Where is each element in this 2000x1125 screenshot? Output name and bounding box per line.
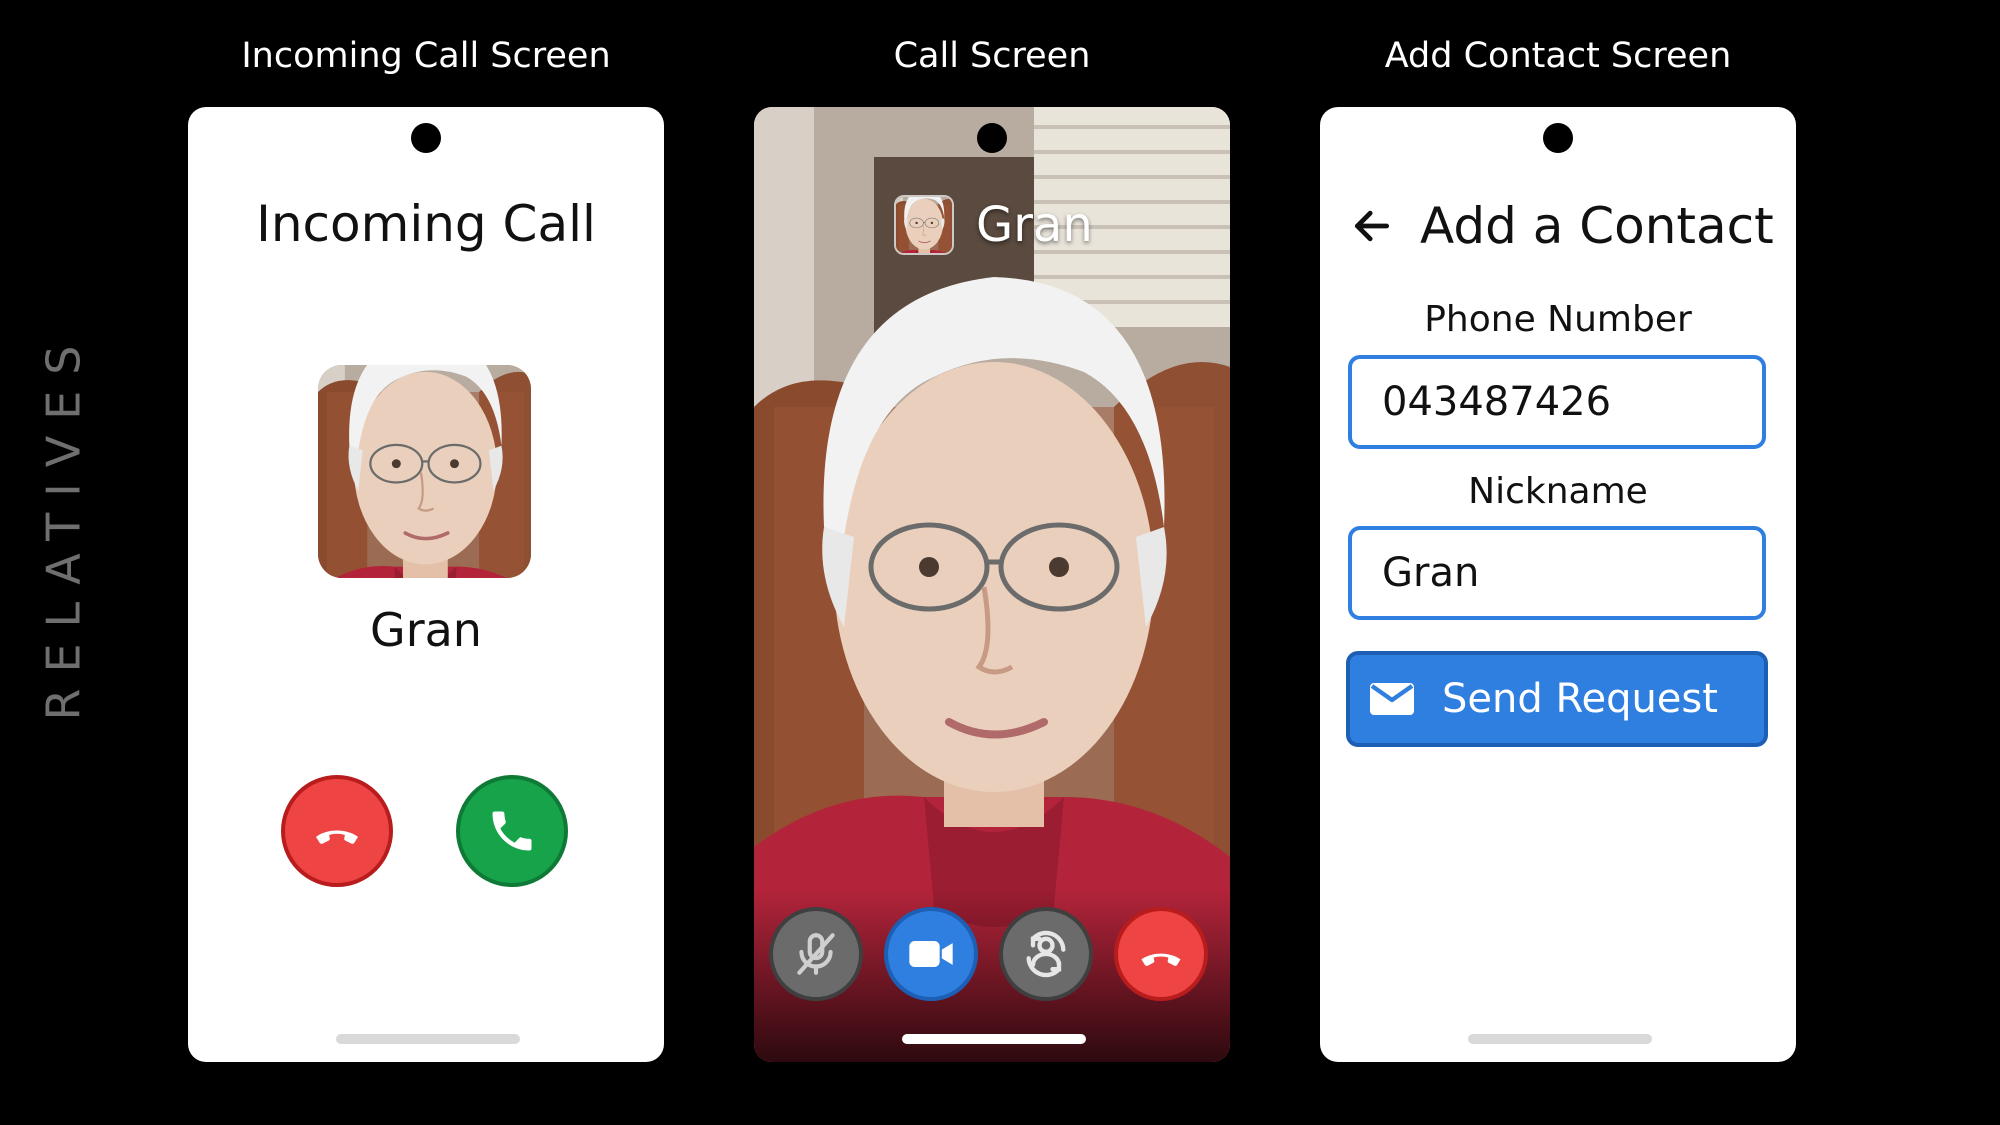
- add-contact-caption: Add Contact Screen: [1384, 36, 1732, 76]
- call-header: Gran: [894, 195, 1093, 255]
- incoming-call-caption: Incoming Call Screen: [241, 36, 611, 76]
- video-toggle-button[interactable]: [884, 907, 978, 1001]
- incoming-call-phone: Incoming Call Gran: [188, 107, 664, 1062]
- phone-number-field[interactable]: [1348, 355, 1766, 449]
- camera-notch: [411, 123, 441, 153]
- nickname-field[interactable]: [1348, 526, 1766, 620]
- side-label: RELATIVES: [36, 329, 90, 720]
- caller-name: Gran: [370, 603, 482, 657]
- add-contact-header: Add a Contact: [1350, 197, 1774, 255]
- caller-avatar: [318, 365, 531, 578]
- phone-hangup-icon: [309, 803, 365, 859]
- caller-name: Gran: [976, 197, 1093, 253]
- switch-camera-button[interactable]: [999, 907, 1093, 1001]
- side-label-text: RELATIVES: [36, 329, 91, 721]
- home-indicator[interactable]: [902, 1034, 1086, 1044]
- video-camera-icon: [905, 928, 957, 980]
- add-contact-phone: Add a Contact Phone Number Nickname Send…: [1320, 107, 1796, 1062]
- decline-call-button[interactable]: [281, 775, 393, 887]
- phone-number-label: Phone Number: [1424, 299, 1692, 340]
- send-request-label: Send Request: [1442, 676, 1718, 722]
- accept-call-button[interactable]: [456, 775, 568, 887]
- caller-thumbnail: [894, 195, 954, 255]
- mute-button[interactable]: [769, 907, 863, 1001]
- add-contact-title: Add a Contact: [1420, 197, 1774, 255]
- phone-hangup-icon: [1135, 928, 1187, 980]
- call-screen-caption: Call Screen: [893, 36, 1091, 76]
- end-call-button[interactable]: [1114, 907, 1208, 1001]
- arrow-left-icon[interactable]: [1350, 204, 1394, 248]
- phone-icon: [486, 805, 538, 857]
- incoming-call-title: Incoming Call: [256, 195, 596, 253]
- switch-camera-icon: [1020, 928, 1072, 980]
- envelope-icon: [1368, 681, 1416, 717]
- mic-off-icon: [791, 929, 841, 979]
- camera-notch: [977, 123, 1007, 153]
- stage: RELATIVES Incoming Call Screen Call Scre…: [0, 0, 2000, 1125]
- home-indicator[interactable]: [336, 1034, 520, 1044]
- home-indicator[interactable]: [1468, 1034, 1652, 1044]
- camera-notch: [1543, 123, 1573, 153]
- nickname-label: Nickname: [1468, 471, 1648, 512]
- call-screen-phone: Gran: [754, 107, 1230, 1062]
- send-request-button[interactable]: Send Request: [1346, 651, 1768, 747]
